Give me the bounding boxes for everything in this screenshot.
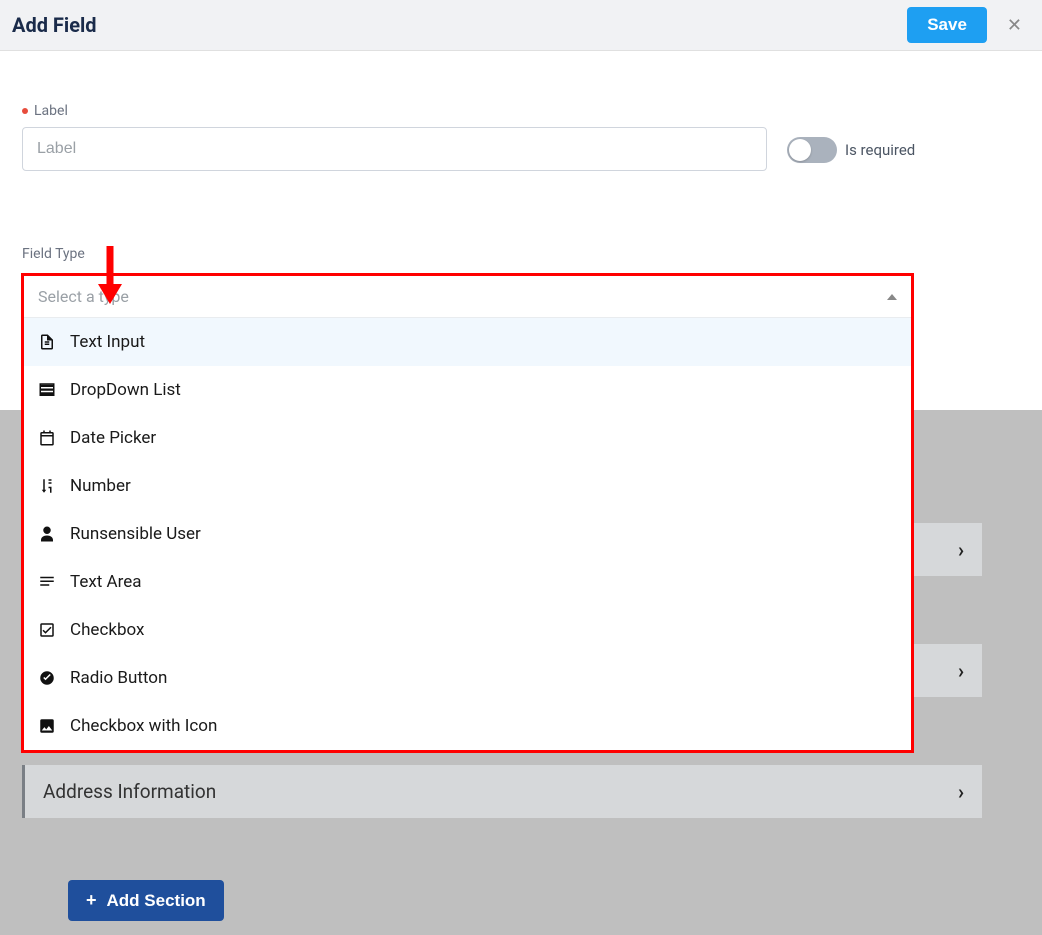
add-section-label: Add Section bbox=[107, 891, 206, 911]
required-toggle[interactable] bbox=[787, 137, 837, 163]
option-label: Text Area bbox=[70, 572, 142, 592]
option-radio-button[interactable]: Radio Button bbox=[24, 654, 911, 702]
section-label: Address Information bbox=[43, 780, 216, 803]
option-number[interactable]: Number bbox=[24, 462, 911, 510]
option-text-input[interactable]: Text Input bbox=[24, 318, 911, 366]
option-label: Checkbox bbox=[70, 620, 144, 640]
select-placeholder: Select a type bbox=[38, 287, 129, 306]
option-label: DropDown List bbox=[70, 380, 181, 400]
option-dropdown-list[interactable]: DropDown List bbox=[24, 366, 911, 414]
option-label: Date Picker bbox=[70, 428, 156, 448]
field-type-select[interactable]: Select a type bbox=[24, 276, 911, 318]
calendar-icon bbox=[38, 429, 56, 447]
label-field-label: Label bbox=[22, 103, 767, 119]
option-date-picker[interactable]: Date Picker bbox=[24, 414, 911, 462]
chevron-right-icon: › bbox=[958, 659, 964, 683]
field-type-label: Field Type bbox=[22, 246, 1020, 262]
toggle-knob bbox=[789, 139, 811, 161]
sort-numeric-icon bbox=[38, 477, 56, 495]
required-toggle-label: Is required bbox=[845, 141, 915, 159]
field-type-options: Text Input DropDown List Date Picker Num… bbox=[24, 318, 911, 750]
option-label: Number bbox=[70, 476, 131, 496]
close-button[interactable]: ✕ bbox=[999, 11, 1030, 40]
plus-icon: + bbox=[86, 890, 97, 911]
required-dot-icon bbox=[22, 108, 28, 114]
chevron-right-icon: › bbox=[958, 538, 964, 562]
list-icon bbox=[38, 381, 56, 399]
check-square-icon bbox=[38, 621, 56, 639]
option-checkbox[interactable]: Checkbox bbox=[24, 606, 911, 654]
user-icon bbox=[38, 525, 56, 543]
option-label: Runsensible User bbox=[70, 524, 201, 544]
section-address[interactable]: Address Information › bbox=[22, 765, 982, 818]
label-input[interactable] bbox=[22, 127, 767, 171]
radio-dot-icon bbox=[38, 669, 56, 687]
chevron-right-icon: › bbox=[958, 780, 964, 804]
option-label: Text Input bbox=[70, 332, 145, 352]
caret-up-icon bbox=[887, 294, 897, 300]
option-text-area[interactable]: Text Area bbox=[24, 558, 911, 606]
option-label: Checkbox with Icon bbox=[70, 716, 217, 736]
save-button[interactable]: Save bbox=[907, 7, 987, 43]
file-text-icon bbox=[38, 333, 56, 351]
field-type-dropdown-highlighted: Select a type Text Input DropDown List D… bbox=[21, 273, 914, 753]
option-label: Radio Button bbox=[70, 668, 167, 688]
dialog-header: Add Field Save ✕ bbox=[0, 0, 1042, 51]
option-runsensible-user[interactable]: Runsensible User bbox=[24, 510, 911, 558]
lines-icon bbox=[38, 573, 56, 591]
option-checkbox-with-icon[interactable]: Checkbox with Icon bbox=[24, 702, 911, 750]
add-section-button[interactable]: + Add Section bbox=[68, 880, 224, 921]
image-icon bbox=[38, 717, 56, 735]
close-icon: ✕ bbox=[1007, 15, 1022, 35]
dialog-title: Add Field bbox=[12, 13, 97, 37]
